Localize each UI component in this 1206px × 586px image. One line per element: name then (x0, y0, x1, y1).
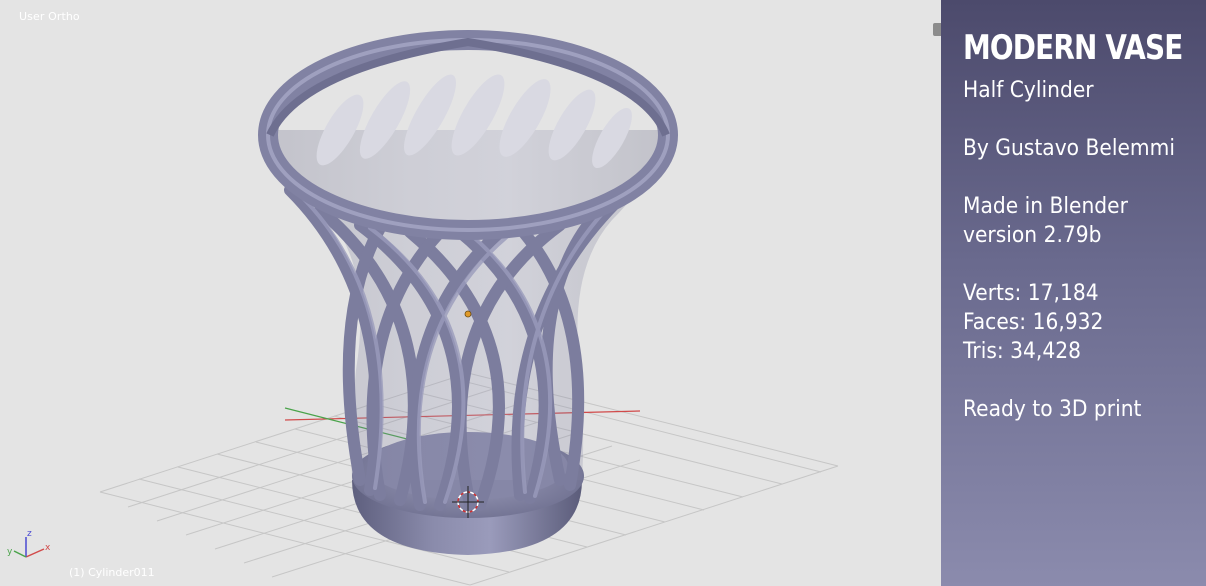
scene-canvas[interactable] (0, 0, 941, 586)
panel-resize-handle[interactable] (933, 23, 941, 36)
view-mode-label: User Ortho (19, 10, 80, 23)
version-text: version 2.79b (963, 223, 1102, 248)
axis-y-label: y (7, 547, 13, 557)
active-object-label: (1) Cylinder011 (69, 566, 155, 579)
tris-stat: Tris: 34,428 (963, 339, 1081, 364)
vase-mesh[interactable] (258, 30, 678, 555)
info-panel: MODERN VASE Half Cylinder By Gustavo Bel… (941, 0, 1206, 586)
product-subtitle: Half Cylinder (963, 78, 1094, 103)
made-in-text: Made in Blender (963, 194, 1128, 219)
faces-stat: Faces: 16,932 (963, 310, 1104, 335)
print-ready-text: Ready to 3D print (963, 397, 1142, 422)
3d-viewport[interactable]: User Ortho x z y (1) Cylinder011 (0, 0, 941, 586)
object-origin-dot[interactable] (464, 310, 472, 318)
verts-stat: Verts: 17,184 (963, 281, 1099, 306)
axis-gizmo-icon: x z y (7, 529, 51, 558)
axis-x-label: x (45, 543, 51, 553)
axis-z-label: z (27, 529, 32, 539)
author-text: By Gustavo Belemmi (963, 136, 1175, 161)
product-title: MODERN VASE (963, 28, 1183, 68)
